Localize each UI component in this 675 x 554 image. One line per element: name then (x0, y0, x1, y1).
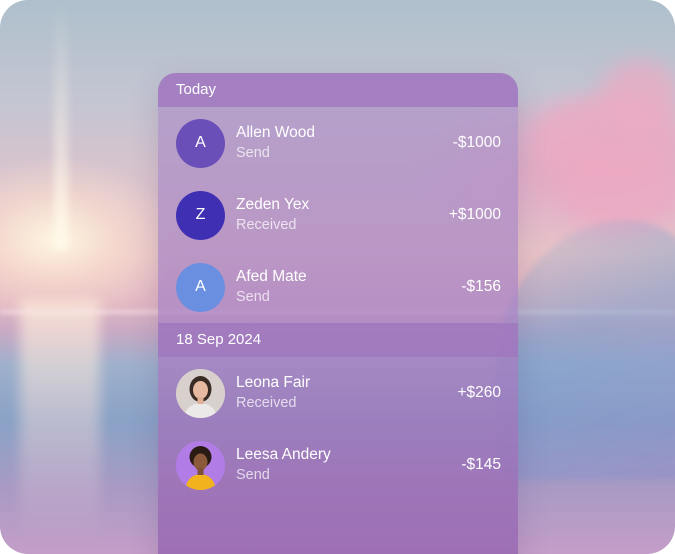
transaction-row[interactable]: A Afed Mate Send -$156 (158, 251, 518, 323)
transactions-card: Today A Allen Wood Send -$1000 Z Zeden Y… (158, 73, 518, 554)
transaction-status: Received (236, 217, 297, 233)
sun-ray (54, 0, 68, 250)
avatar-initial: Z (195, 206, 206, 223)
contact-name: Allen Wood (236, 124, 315, 141)
section-header-date: 18 Sep 2024 (158, 323, 518, 357)
transaction-info: Allen Wood Send (236, 123, 453, 163)
avatar: A (176, 262, 225, 312)
avatar-initial: A (195, 278, 206, 295)
ocean-wave (495, 220, 675, 480)
transaction-amount: -$156 (461, 278, 501, 295)
section-header-today: Today (158, 73, 518, 107)
transaction-status: Received (236, 395, 297, 411)
transaction-row[interactable]: Leesa Andery Send -$145 (158, 429, 518, 501)
contact-name: Zeden Yex (236, 196, 310, 213)
avatar-initial: A (195, 134, 206, 151)
cloud (560, 150, 675, 230)
person-photo-icon (176, 440, 225, 490)
transaction-amount: -$1000 (452, 134, 501, 151)
transaction-amount: +$260 (457, 384, 501, 401)
contact-name: Leesa Andery (236, 446, 331, 463)
transaction-row[interactable]: Z Zeden Yex Received +$1000 (158, 179, 518, 251)
avatar: Z (176, 190, 225, 240)
cloud (600, 60, 675, 130)
transaction-info: Leona Fair Received (236, 373, 457, 413)
transaction-row[interactable]: Leona Fair Received +$260 (158, 357, 518, 429)
transaction-status: Send (236, 145, 270, 161)
transaction-amount: -$145 (461, 456, 501, 473)
background-scene: Today A Allen Wood Send -$1000 Z Zeden Y… (0, 0, 675, 554)
transaction-info: Zeden Yex Received (236, 195, 449, 235)
transaction-status: Send (236, 289, 270, 305)
transaction-status: Send (236, 467, 270, 483)
contact-name: Afed Mate (236, 268, 307, 285)
transaction-amount: +$1000 (448, 206, 501, 223)
person-photo-icon (176, 368, 225, 418)
sun-reflection (20, 300, 100, 540)
transaction-info: Afed Mate Send (236, 267, 461, 307)
transaction-row[interactable]: A Allen Wood Send -$1000 (158, 107, 518, 179)
avatar: A (176, 118, 225, 168)
transaction-info: Leesa Andery Send (236, 445, 461, 485)
contact-name: Leona Fair (236, 374, 311, 391)
